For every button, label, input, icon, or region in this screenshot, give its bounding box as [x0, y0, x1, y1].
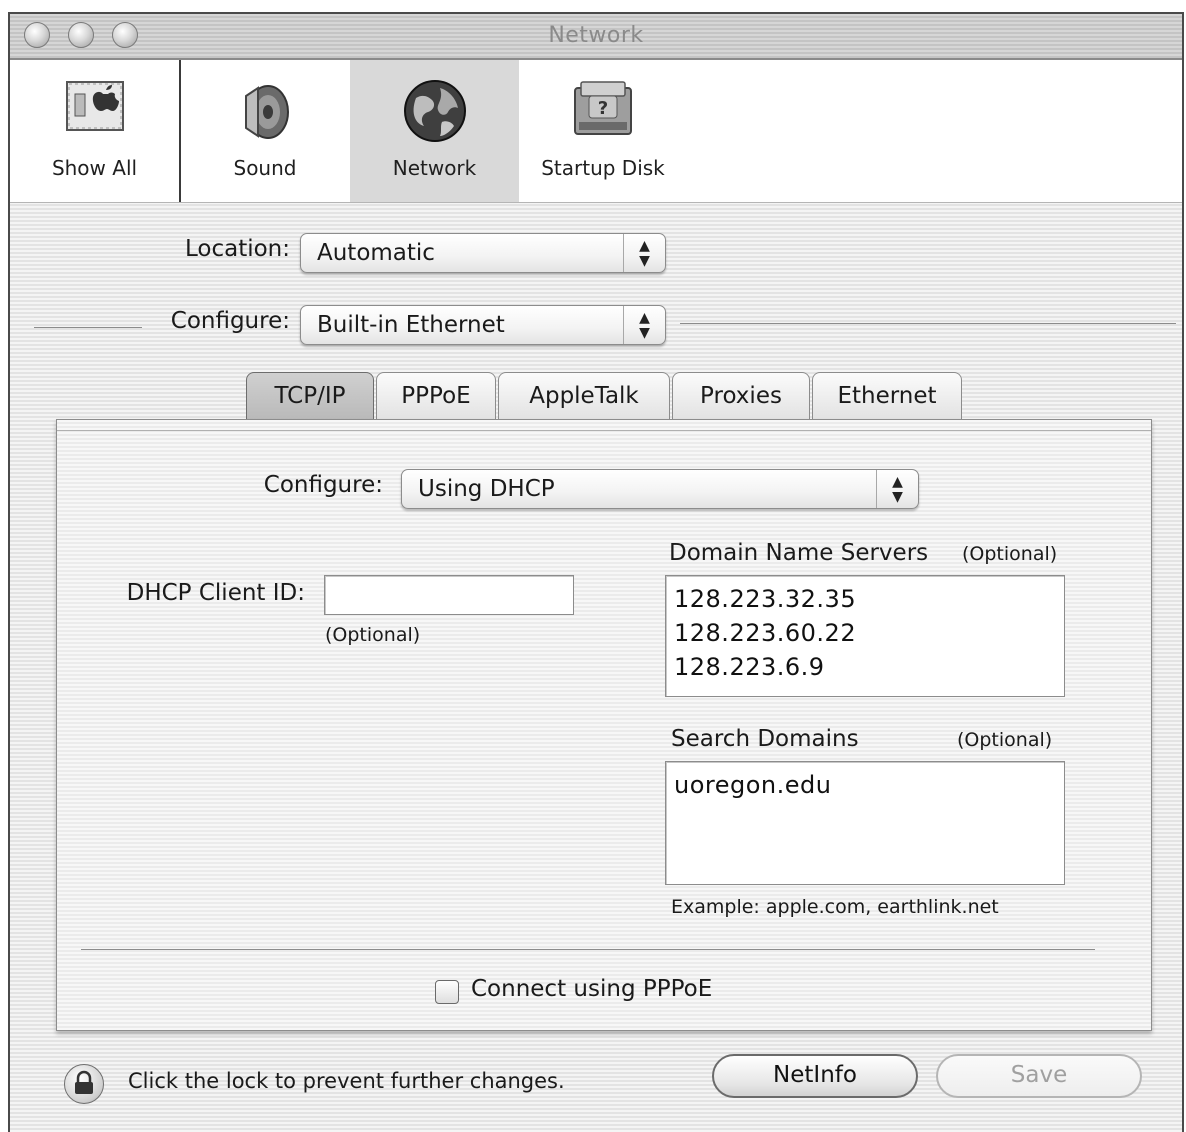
disk-icon: ?: [571, 78, 635, 146]
toolbar-label: Sound: [233, 156, 297, 180]
lock-message: Click the lock to prevent further change…: [128, 1069, 565, 1093]
configure-interface-popup[interactable]: Built-in Ethernet ▲ ▼: [300, 305, 666, 345]
lock-icon: [75, 1070, 93, 1094]
save-button[interactable]: Save: [936, 1054, 1142, 1098]
toolbar-label: Show All: [51, 156, 138, 180]
toolbar-item-sound[interactable]: Sound: [181, 60, 349, 202]
toolbar-item-show-all[interactable]: Show All: [10, 60, 179, 202]
globe-icon: [402, 78, 468, 148]
dhcp-client-id-field[interactable]: [324, 575, 574, 615]
configure-label: Configure:: [170, 308, 290, 334]
popup-arrows-icon: ▲ ▼: [623, 234, 665, 272]
connect-pppoe-label[interactable]: Connect using PPPoE: [471, 976, 712, 1002]
search-optional-note: (Optional): [957, 729, 1053, 751]
separator-line: [680, 323, 1176, 324]
search-domains-list: uoregon.edu: [674, 768, 831, 802]
dns-optional-note: (Optional): [962, 543, 1058, 565]
toolbar-item-startup-disk[interactable]: ? Startup Disk: [519, 60, 687, 202]
preferences-toolbar: Show All Sound Network ? Startup Disk: [10, 60, 1182, 203]
search-example-note: Example: apple.com, earthlink.net: [671, 896, 999, 918]
show-all-icon: [63, 78, 127, 138]
tcpip-configure-popup[interactable]: Using DHCP ▲ ▼: [401, 469, 919, 509]
panel-separator-line: [81, 949, 1095, 950]
tab-appletalk[interactable]: AppleTalk: [498, 372, 670, 420]
search-domain-entry: uoregon.edu: [674, 771, 832, 799]
svg-text:?: ?: [598, 98, 608, 119]
dns-server-entry: 128.223.32.35: [674, 585, 857, 613]
dhcp-client-id-label: DHCP Client ID:: [126, 580, 305, 606]
network-preferences-window: Network Show All Sound Network ? Startup…: [8, 12, 1184, 1132]
dns-server-entry: 128.223.6.9: [674, 653, 825, 681]
toolbar-label: Startup Disk: [541, 156, 665, 180]
dns-servers-field[interactable]: 128.223.32.35 128.223.60.22 128.223.6.9: [665, 575, 1065, 697]
configure-value: Built-in Ethernet: [317, 312, 505, 338]
toolbar-item-network[interactable]: Network: [350, 60, 519, 202]
tcpip-configure-value: Using DHCP: [418, 476, 555, 502]
dns-server-entry: 128.223.60.22: [674, 619, 857, 647]
toolbar-label: Network: [392, 156, 477, 180]
dns-label: Domain Name Servers: [669, 540, 929, 566]
tab-pppoe[interactable]: PPPoE: [376, 372, 496, 420]
tab-proxies[interactable]: Proxies: [672, 372, 810, 420]
connect-pppoe-checkbox[interactable]: [435, 980, 459, 1004]
lock-button[interactable]: [64, 1064, 104, 1104]
popup-arrows-icon: ▲ ▼: [623, 306, 665, 344]
search-domains-field[interactable]: uoregon.edu: [665, 761, 1065, 885]
netinfo-button[interactable]: NetInfo: [712, 1054, 918, 1098]
dns-servers-list: 128.223.32.35 128.223.60.22 128.223.6.9: [674, 582, 856, 684]
tcpip-panel: Configure: Using DHCP ▲ ▼ DHCP Client ID:…: [56, 419, 1152, 1031]
tcpip-configure-label: Configure:: [263, 472, 383, 498]
location-value: Automatic: [317, 240, 435, 266]
tab-ethernet[interactable]: Ethernet: [812, 372, 962, 420]
tab-tcpip[interactable]: TCP/IP: [246, 372, 374, 420]
location-popup[interactable]: Automatic ▲ ▼: [300, 233, 666, 273]
location-label: Location:: [184, 236, 290, 262]
panel-divider: [57, 430, 1151, 431]
window-title: Network: [548, 23, 644, 48]
popup-arrows-icon: ▲ ▼: [876, 470, 918, 508]
speaker-icon: [234, 78, 296, 146]
search-domains-label: Search Domains: [671, 726, 859, 752]
dhcp-optional-note: (Optional): [325, 624, 421, 646]
title-bar[interactable]: Network: [10, 14, 1182, 60]
